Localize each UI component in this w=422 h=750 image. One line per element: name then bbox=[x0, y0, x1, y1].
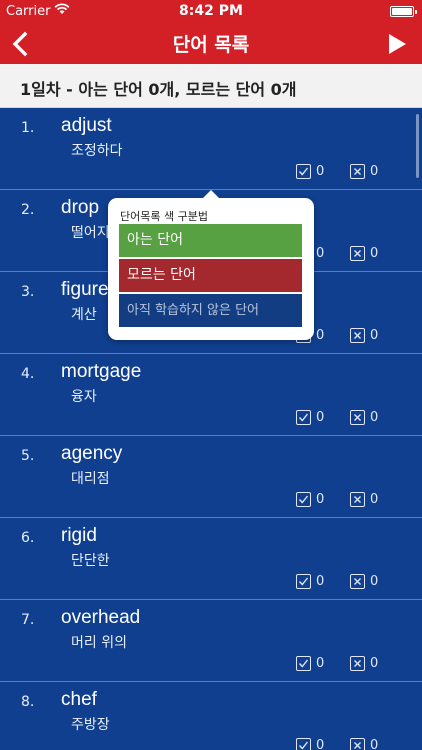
known-count: 0 bbox=[316, 655, 325, 671]
popover-title: 단어목록 색 구분법 bbox=[120, 210, 208, 223]
check-icon bbox=[296, 163, 311, 179]
unknown-count: 0 bbox=[370, 327, 379, 343]
x-icon bbox=[350, 491, 365, 507]
item-meaning: 머리 위의 bbox=[71, 635, 127, 651]
list-item[interactable]: 1. adjust 조정하다 0 0 bbox=[0, 108, 422, 190]
item-meaning: 주방장 bbox=[71, 717, 110, 733]
unknown-count: 0 bbox=[370, 409, 379, 425]
item-word: figure bbox=[61, 279, 109, 300]
page-title: 단어 목록 bbox=[172, 34, 250, 56]
item-word: agency bbox=[61, 443, 123, 464]
x-icon bbox=[350, 737, 365, 750]
x-icon bbox=[350, 327, 365, 343]
item-number: 5. bbox=[21, 448, 35, 464]
x-icon bbox=[350, 163, 365, 179]
item-word: overhead bbox=[61, 607, 141, 628]
unknown-counter[interactable]: 0 bbox=[350, 163, 378, 179]
legend-known: 아는 단어 bbox=[119, 224, 302, 257]
unknown-counter[interactable]: 0 bbox=[350, 491, 378, 507]
item-number: 6. bbox=[21, 530, 35, 546]
status-bar: Carrier 8:42 PM bbox=[0, 0, 422, 24]
unknown-counter[interactable]: 0 bbox=[350, 327, 378, 343]
known-counter[interactable]: 0 bbox=[296, 491, 324, 507]
list-item[interactable]: 7. overhead 머리 위의 0 0 bbox=[0, 600, 422, 682]
unknown-count: 0 bbox=[370, 655, 379, 671]
nav-bar: 단어 목록 bbox=[0, 24, 422, 64]
x-icon bbox=[350, 655, 365, 671]
check-icon bbox=[296, 409, 311, 425]
known-count: 0 bbox=[316, 737, 325, 750]
item-meaning: 융자 bbox=[71, 389, 97, 405]
legend-unknown: 모르는 단어 bbox=[119, 259, 302, 292]
unknown-counter[interactable]: 0 bbox=[350, 655, 378, 671]
unknown-count: 0 bbox=[370, 491, 379, 507]
unknown-count: 0 bbox=[370, 573, 379, 589]
summary-text: 1일차 - 아는 단어 0개, 모르는 단어 0개 bbox=[20, 80, 297, 99]
item-meaning: 대리점 bbox=[71, 471, 110, 487]
color-legend-popover: 단어목록 색 구분법 아는 단어 모르는 단어 아직 학습하지 않은 단어 bbox=[108, 190, 314, 340]
known-count: 0 bbox=[316, 409, 325, 425]
clock: 8:42 PM bbox=[179, 3, 243, 19]
list-item[interactable]: 8. chef 주방장 0 0 bbox=[0, 682, 422, 750]
scroll-indicator[interactable] bbox=[416, 114, 419, 178]
known-count: 0 bbox=[316, 245, 325, 261]
check-icon bbox=[296, 655, 311, 671]
unknown-counter[interactable]: 0 bbox=[350, 245, 378, 261]
check-icon bbox=[296, 491, 311, 507]
play-icon[interactable] bbox=[386, 32, 408, 56]
legend-unstudied: 아직 학습하지 않은 단어 bbox=[119, 294, 302, 327]
item-number: 7. bbox=[21, 612, 35, 628]
item-word: adjust bbox=[61, 115, 112, 136]
x-icon bbox=[350, 245, 365, 261]
item-meaning: 계산 bbox=[71, 307, 97, 323]
item-meaning: 조정하다 bbox=[71, 143, 123, 159]
item-word: chef bbox=[61, 689, 97, 710]
known-counter[interactable]: 0 bbox=[296, 409, 324, 425]
unknown-count: 0 bbox=[370, 737, 379, 750]
known-counter[interactable]: 0 bbox=[296, 573, 324, 589]
known-counter[interactable]: 0 bbox=[296, 655, 324, 671]
battery-icon bbox=[390, 6, 417, 17]
known-count: 0 bbox=[316, 327, 325, 343]
known-count: 0 bbox=[316, 163, 325, 179]
item-word: mortgage bbox=[61, 361, 142, 382]
unknown-counter[interactable]: 0 bbox=[350, 573, 378, 589]
known-count: 0 bbox=[316, 491, 325, 507]
list-item[interactable]: 5. agency 대리점 0 0 bbox=[0, 436, 422, 518]
x-icon bbox=[350, 409, 365, 425]
item-number: 3. bbox=[21, 284, 35, 300]
item-number: 8. bbox=[21, 694, 35, 710]
item-number: 4. bbox=[21, 366, 35, 382]
unknown-count: 0 bbox=[370, 245, 379, 261]
summary-bar: 1일차 - 아는 단어 0개, 모르는 단어 0개 bbox=[0, 64, 422, 108]
list-item[interactable]: 4. mortgage 융자 0 0 bbox=[0, 354, 422, 436]
known-counter[interactable]: 0 bbox=[296, 737, 324, 750]
known-counter[interactable]: 0 bbox=[296, 163, 324, 179]
item-meaning: 단단한 bbox=[71, 553, 110, 569]
unknown-count: 0 bbox=[370, 163, 379, 179]
popover-arrow bbox=[202, 190, 220, 199]
x-icon bbox=[350, 573, 365, 589]
known-count: 0 bbox=[316, 573, 325, 589]
list-item[interactable]: 6. rigid 단단한 0 0 bbox=[0, 518, 422, 600]
item-meaning: 떨어지 bbox=[71, 225, 110, 241]
check-icon bbox=[296, 737, 311, 750]
unknown-counter[interactable]: 0 bbox=[350, 409, 378, 425]
item-number: 1. bbox=[21, 120, 35, 136]
unknown-counter[interactable]: 0 bbox=[350, 737, 378, 750]
check-icon bbox=[296, 573, 311, 589]
item-word: drop bbox=[61, 197, 100, 218]
item-number: 2. bbox=[21, 202, 35, 218]
item-word: rigid bbox=[61, 525, 97, 546]
